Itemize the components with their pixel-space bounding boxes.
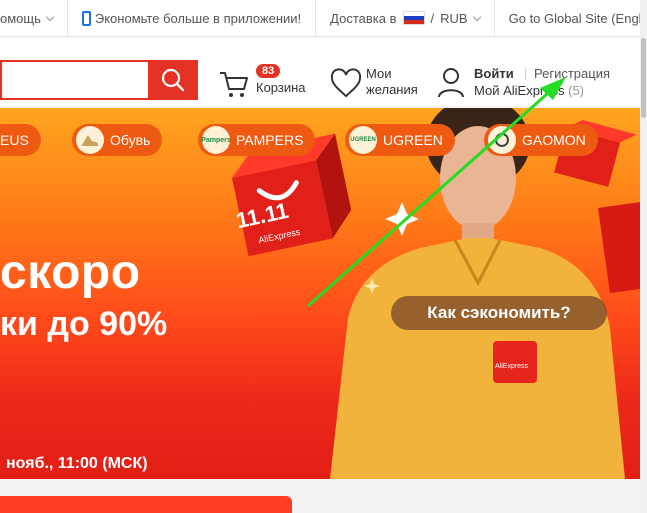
currency-separator: / [430,10,435,26]
phone-icon [81,10,91,26]
delivery-currency-selector[interactable]: Доставка в / RUB [316,0,495,37]
russia-flag-icon [402,11,425,25]
promo-strip[interactable] [0,496,292,513]
help-menu[interactable]: омощь [0,0,68,37]
promo-banner[interactable]: 11.11 AliExpress AliExpress EUS Обувь Pa… [0,108,640,479]
cart-label: Корзина [256,80,306,95]
chip-eus[interactable]: EUS [0,124,41,156]
app-promo-label: Экономьте больше в приложении! [94,10,302,26]
chevron-down-icon [472,12,481,21]
chip-label: GAOMON [522,132,586,148]
pampers-logo-icon: Pampers [201,126,231,154]
register-link[interactable]: Регистрация [534,66,610,81]
banner-headline: скоро [0,246,141,299]
chip-obuv[interactable]: Обувь [72,124,163,156]
search-button[interactable] [148,60,198,100]
chip-label: Обувь [110,132,151,148]
chip-pampers[interactable]: Pampers PAMPERS [198,124,316,156]
delivery-label: Доставка в [330,10,397,26]
search-icon [161,68,185,92]
chip-label: EUS [0,132,29,148]
my-aliexpress-label: Мой AliExpress [474,83,565,98]
page-scrollbar[interactable] [640,0,647,513]
account-separator: | [524,66,528,81]
top-bar: омощь Экономьте больше в приложении! Дос… [0,0,647,37]
my-aliexpress-link[interactable]: Мой AliExpress (5) [474,83,584,98]
banner-subline: ки до 90% [0,305,168,343]
wishlist-label: Мои желания [366,66,418,98]
how-to-save-button[interactable]: Как сэкономить? [391,296,607,330]
shoe-icon [76,126,104,154]
account-area: Войти | Регистрация Мой AliExpress (5) [437,64,637,104]
app-promo-link[interactable]: Экономьте больше в приложении! [68,0,317,37]
wishlist-label-line1: Мои [366,66,392,81]
sale-date: нояб., 11:00 (МСК) [6,455,148,472]
header: 83 Корзина Мои желания Войти | Регистрац… [0,38,640,106]
user-icon[interactable] [437,66,465,98]
jacket-pocket-brand: AliExpress [495,363,529,370]
cart-icon [220,72,248,97]
heart-icon [330,68,362,98]
chip-ugreen[interactable]: UGREEN UGREEN [345,124,455,156]
login-link[interactable]: Войти [474,66,514,81]
global-site-link[interactable]: Go to Global Site (English) [495,0,647,37]
scrollbar-thumb[interactable] [641,38,646,118]
ugreen-logo-icon: UGREEN [349,126,377,154]
my-aliexpress-count: (5) [568,83,585,98]
chip-label: UGREEN [383,132,443,148]
search-input[interactable] [0,60,150,100]
wishlist-button[interactable]: Мои желания [330,64,430,104]
wishlist-label-line2: желания [366,82,418,97]
chevron-down-icon [45,12,55,21]
chip-label: PAMPERS [236,132,304,148]
currency-label: RUB [440,10,468,26]
global-site-label: Go to Global Site (English) [508,10,647,26]
gaomon-logo-icon [488,126,516,154]
chip-gaomon[interactable]: GAOMON [484,124,598,156]
help-label: омощь [0,10,41,26]
cart-button[interactable]: 83 Корзина [218,64,318,104]
cart-count-badge: 83 [256,64,281,78]
